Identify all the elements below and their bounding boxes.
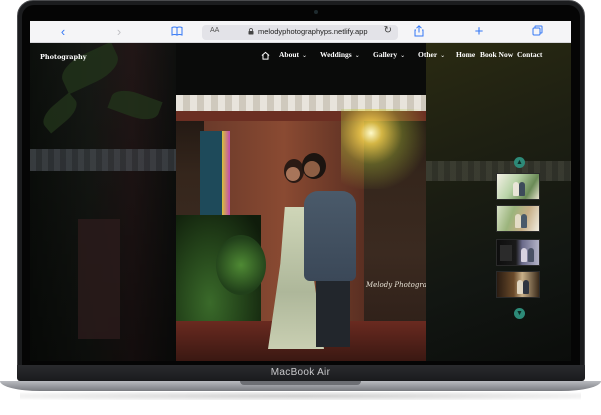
gallery-thumbnail[interactable] [496, 173, 540, 200]
gallery-thumbnail[interactable] [496, 239, 540, 266]
photo-watermark: Melody Photography [366, 281, 426, 289]
chevron-right-icon[interactable]: › [112, 25, 126, 39]
hero-photo: Melody Photography [176, 95, 426, 361]
site-navbar: Photography About ⌄ Weddings ⌄ Gallery ⌄ Ot… [30, 43, 571, 67]
nav-book-now[interactable]: Book Now [480, 50, 513, 59]
gallery-thumbnail[interactable] [496, 205, 540, 232]
browser-toolbar: ‹ › AA melodyphotographyps.netlify.app ↻… [30, 21, 571, 43]
laptop-opening-notch [240, 381, 361, 385]
tabs-icon[interactable] [530, 25, 544, 39]
thumbnail-down-arrow-icon[interactable]: ▼ [514, 308, 525, 319]
nav-contact[interactable]: Contact [517, 50, 542, 59]
browser-screen: ‹ › AA melodyphotographyps.netlify.app ↻… [30, 21, 571, 361]
background-left-panel [30, 43, 176, 361]
nav-other[interactable]: Other ⌄ [418, 50, 445, 59]
reload-icon[interactable]: ↻ [384, 25, 392, 36]
camera-icon [314, 10, 318, 14]
site-logo[interactable]: Photography [40, 53, 87, 61]
text-size-button[interactable]: AA [210, 27, 219, 34]
address-bar[interactable]: AA melodyphotographyps.netlify.app ↻ [202, 25, 398, 40]
background-right-panel [426, 43, 571, 361]
gallery-thumbnail[interactable] [496, 271, 540, 298]
share-icon[interactable] [412, 25, 426, 39]
home-icon[interactable] [261, 51, 270, 60]
laptop-brand-label: MacBook Air [270, 367, 331, 378]
laptop-shadow [20, 392, 581, 400]
book-icon[interactable] [170, 25, 184, 39]
thumbnail-up-arrow-icon[interactable]: ▲ [514, 157, 525, 168]
url-text[interactable]: melodyphotographyps.netlify.app [258, 27, 368, 36]
website-page: Melody Photography Photography About⌄ We… [30, 43, 571, 361]
chevron-left-icon[interactable]: ‹ [56, 25, 70, 39]
nav-weddings[interactable]: Weddings ⌄ [320, 50, 360, 59]
nav-about[interactable]: About ⌄ [279, 50, 307, 59]
lock-icon [248, 28, 254, 35]
nav-home[interactable]: Home [456, 50, 475, 59]
nav-gallery[interactable]: Gallery ⌄ [373, 50, 405, 59]
plus-icon[interactable]: + [472, 24, 486, 39]
